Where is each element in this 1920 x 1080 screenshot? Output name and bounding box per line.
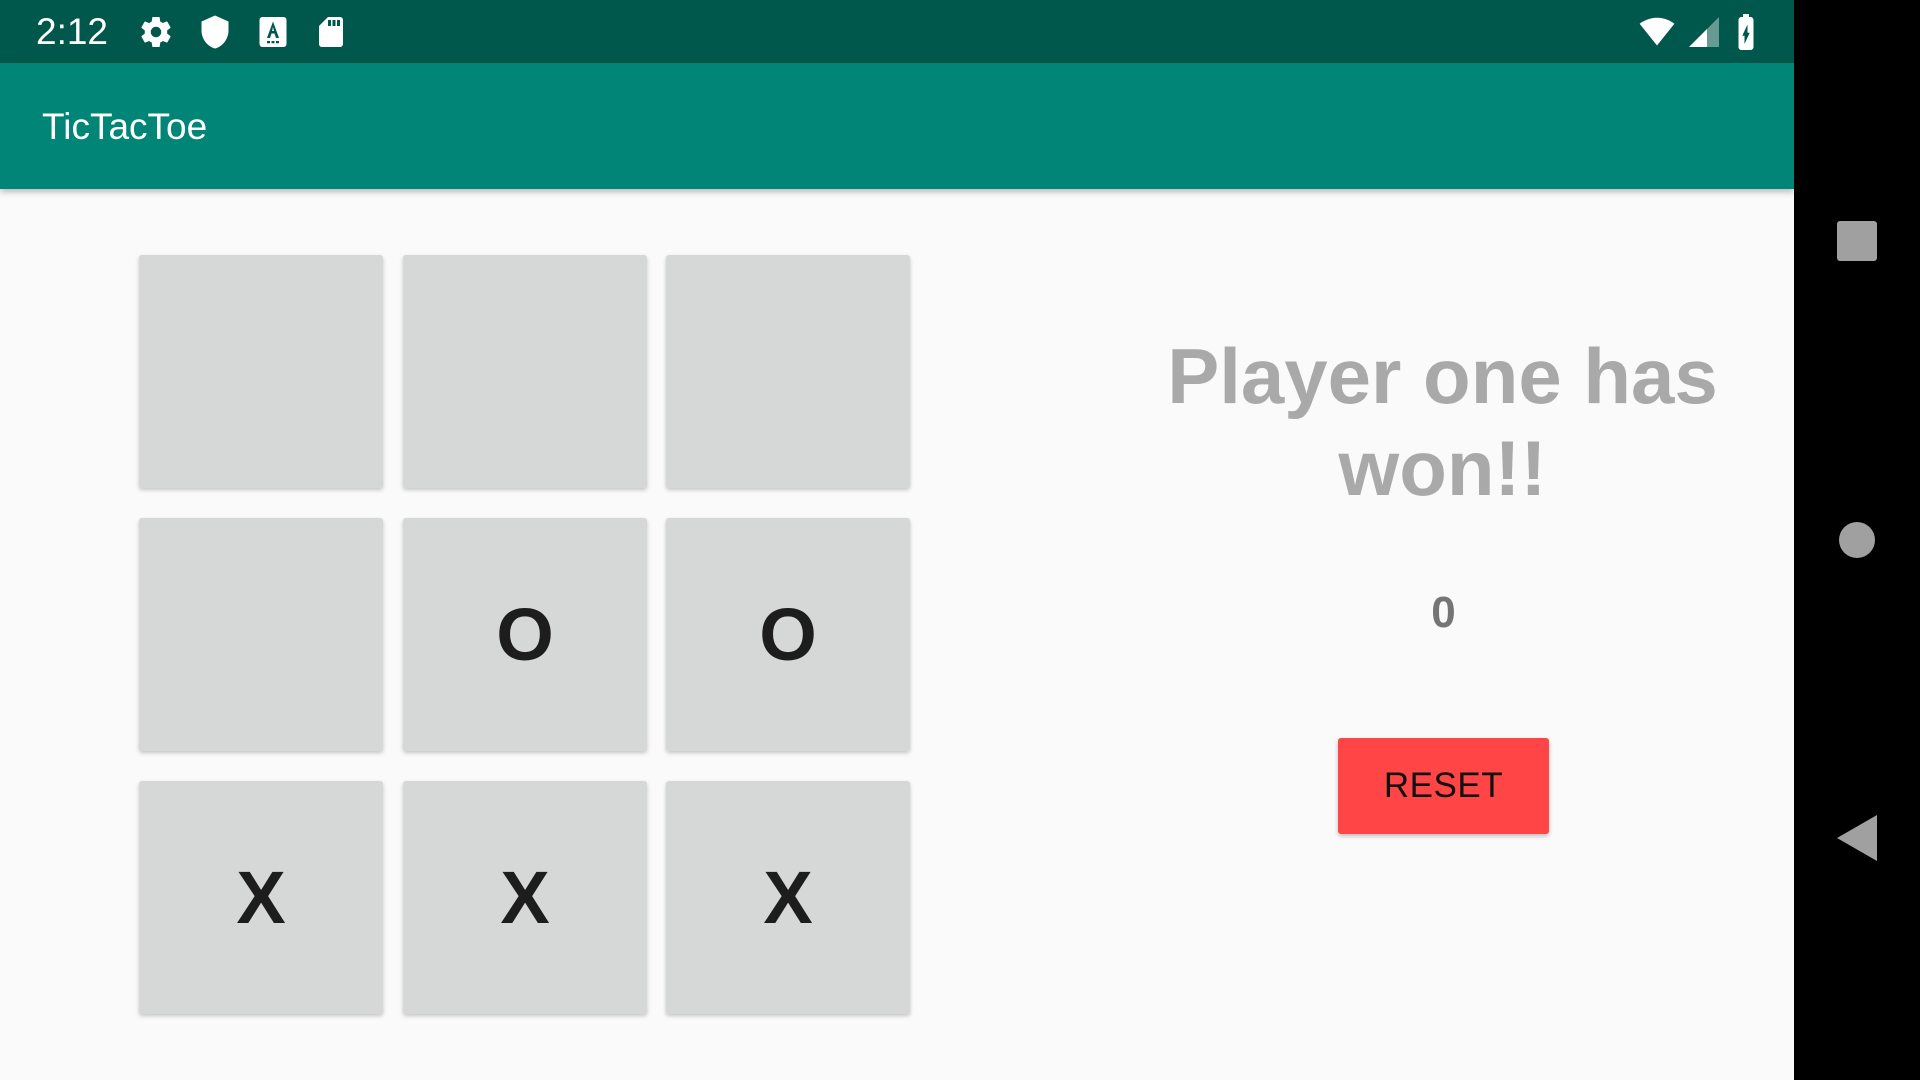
cell-signal-icon [1686,14,1722,50]
home-circle-icon[interactable] [1827,510,1887,570]
board-cell-6[interactable]: X [139,781,383,1014]
shield-icon [197,14,233,50]
board-cell-7[interactable]: X [403,781,647,1014]
board-cell-8[interactable]: X [666,781,910,1014]
board-cell-2[interactable] [666,255,910,488]
reset-button[interactable]: RESET [1338,738,1549,834]
app-title: TicTacToe [42,106,208,147]
status-bar: 2:12 [0,0,1794,63]
board-cell-3[interactable] [139,518,383,751]
board-cell-4[interactable]: O [403,518,647,751]
navigation-bar [1794,0,1920,1080]
board-cell-0[interactable] [139,255,383,488]
sd-card-icon [313,14,349,50]
board-cell-5[interactable]: O [666,518,910,751]
app-screen: 2:12 TicTacToe O O X X X Player one has … [0,0,1794,1080]
keyboard-a-icon [255,14,291,50]
game-board: O O X X X [139,255,911,1017]
battery-charging-icon [1732,14,1760,50]
back-triangle-icon[interactable] [1827,808,1887,868]
wifi-icon [1636,14,1678,50]
app-bar: TicTacToe [0,63,1794,189]
settings-gear-icon [138,14,174,50]
recents-square-icon[interactable] [1827,211,1887,271]
score-counter: 0 [1431,588,1456,637]
board-cell-1[interactable] [403,255,647,488]
status-time: 2:12 [36,11,109,52]
winner-message: Player one has won!! [1167,332,1718,512]
